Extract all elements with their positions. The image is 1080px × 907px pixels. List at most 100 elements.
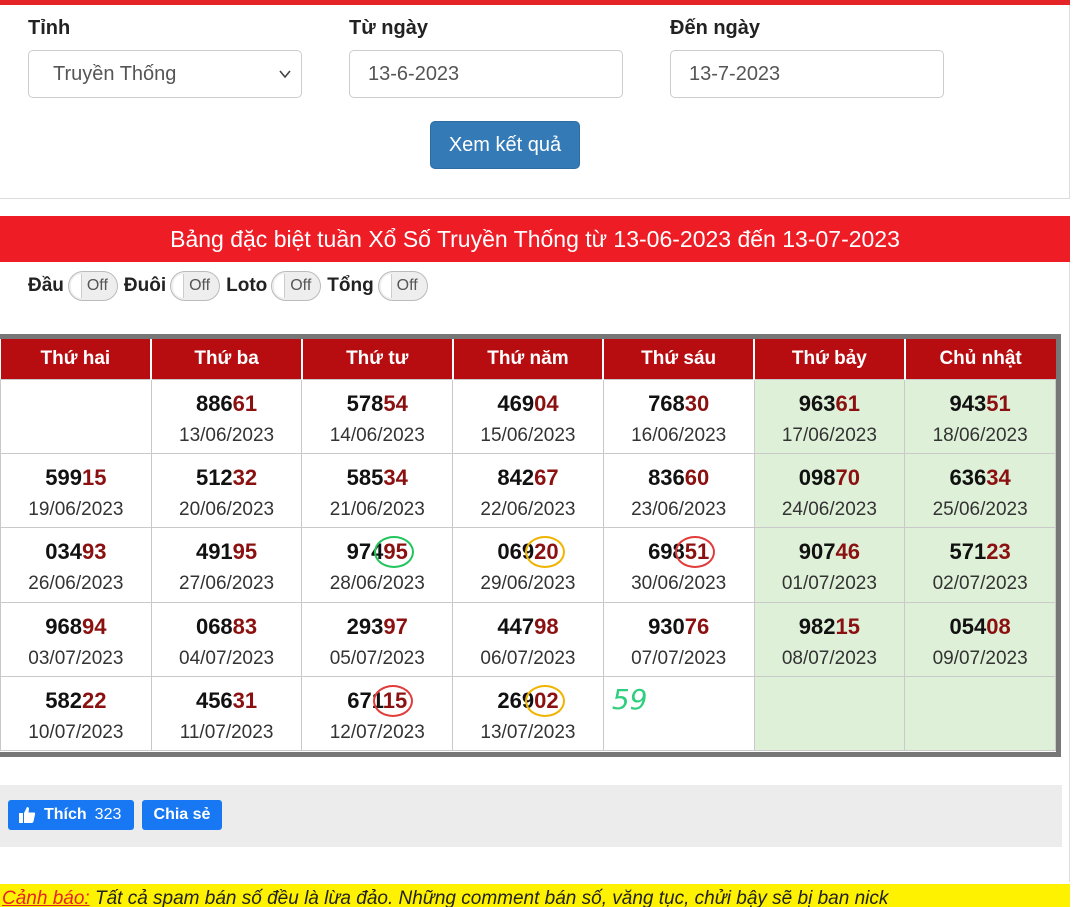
result-number: 94351 xyxy=(950,390,1011,418)
result-number: 06883 xyxy=(196,613,257,641)
result-date: 01/07/2023 xyxy=(781,573,877,595)
result-cell: 90746 01/07/2023 xyxy=(753,527,906,603)
result-number: 96361 xyxy=(799,390,860,418)
result-number: 46904 xyxy=(497,390,558,418)
result-number: 49195 xyxy=(196,538,257,566)
result-date: 19/06/2023 xyxy=(28,498,124,520)
result-cell: 57854 14/06/2023 xyxy=(301,378,454,454)
number-tail: 15 xyxy=(81,464,107,490)
province-select[interactable]: Truyền Thống xyxy=(28,50,302,98)
result-number: 57123 xyxy=(950,538,1011,566)
result-date: 07/07/2023 xyxy=(631,647,727,669)
from-date-input[interactable]: 13-6-2023 xyxy=(349,50,623,98)
result-cell: 09870 24/06/2023 xyxy=(753,452,906,529)
result-cell: 49195 27/06/2023 xyxy=(150,527,303,603)
number-tail: 20 xyxy=(534,539,559,565)
number-tail: 94 xyxy=(81,613,107,639)
view-results-button[interactable]: Xem kết quả xyxy=(430,121,580,169)
result-number: 58222 xyxy=(45,687,106,715)
number-head: 578 xyxy=(346,390,384,416)
result-number: 44798 xyxy=(497,613,558,641)
result-number: 59915 xyxy=(45,464,106,492)
result-number: 76830 xyxy=(648,390,709,418)
like-label: Thích xyxy=(44,806,87,823)
result-date: 02/07/2023 xyxy=(932,573,1028,595)
number-head: 698 xyxy=(648,539,685,565)
result-date: 26/06/2023 xyxy=(28,573,124,595)
toggle-switch[interactable]: Off xyxy=(377,271,428,301)
result-date: 29/06/2023 xyxy=(480,573,576,595)
toggle-switch[interactable]: Off xyxy=(170,271,221,301)
result-number: 93076 xyxy=(648,613,709,641)
number-tail: 30 xyxy=(684,390,710,416)
result-number: 09870 xyxy=(799,464,860,492)
number-head: 582 xyxy=(45,688,82,714)
number-tail: 51 xyxy=(684,539,710,565)
result-date: 12/07/2023 xyxy=(329,722,425,744)
result-date: 11/07/2023 xyxy=(179,722,274,744)
handwritten-note: 59 xyxy=(611,683,648,717)
facebook-like-button[interactable]: Thích 323 xyxy=(8,800,134,830)
toggle-switch[interactable]: Off xyxy=(67,271,118,301)
number-tail: 54 xyxy=(383,390,408,416)
number-head: 069 xyxy=(497,539,535,565)
number-head: 054 xyxy=(949,613,987,639)
warning-lead[interactable]: Cảnh báo: xyxy=(2,888,90,907)
result-cell: 58222 10/07/2023 xyxy=(0,676,152,752)
result-cell: 46904 15/06/2023 xyxy=(452,378,604,454)
result-cell: 06920 29/06/2023 xyxy=(452,527,604,603)
column-header: Thứ năm xyxy=(452,339,605,379)
result-cell: 29397 05/07/2023 xyxy=(301,601,454,678)
result-date: 30/06/2023 xyxy=(631,573,727,595)
warning-text: Tất cả spam bán số đều là lừa đảo. Những… xyxy=(89,888,889,907)
result-number: 90746 xyxy=(799,538,860,566)
result-cell: 98215 08/07/2023 xyxy=(753,601,906,678)
number-tail: 83 xyxy=(232,613,258,639)
number-tail: 95 xyxy=(232,539,258,565)
result-cell: 84267 22/06/2023 xyxy=(452,452,604,529)
number-tail: 04 xyxy=(534,390,559,416)
number-head: 636 xyxy=(949,464,987,490)
result-cell: 97495 28/06/2023 xyxy=(301,527,454,603)
to-date-input[interactable]: 13-7-2023 xyxy=(670,50,944,98)
number-tail: 67 xyxy=(534,464,559,490)
result-date: 24/06/2023 xyxy=(781,498,877,520)
table-row: 96894 03/07/2023 06883 04/07/2023 29397 05/07… xyxy=(0,601,1056,678)
facebook-share-button[interactable]: Chia sẻ xyxy=(142,800,222,830)
results-grid: Thứ hai Thứ ba Thứ tư Thứ năm Thứ sáu Thứ bảy… xyxy=(0,334,1061,757)
number-tail: 32 xyxy=(232,464,258,490)
number-tail: 15 xyxy=(835,613,860,639)
number-head: 571 xyxy=(949,539,987,565)
result-number: 05408 xyxy=(950,613,1011,641)
result-number: 29397 xyxy=(347,613,408,641)
number-tail: 31 xyxy=(232,688,258,714)
result-cell: 59 xyxy=(602,676,755,752)
result-date: 17/06/2023 xyxy=(781,424,877,446)
toggle-label: Đuôi xyxy=(123,275,167,296)
number-tail: 15 xyxy=(382,688,408,714)
number-tail: 61 xyxy=(835,390,860,416)
result-cell: 57123 02/07/2023 xyxy=(904,527,1056,603)
result-cell xyxy=(904,676,1056,752)
number-head: 269 xyxy=(497,688,535,714)
number-head: 293 xyxy=(346,613,384,639)
table-title: Bảng đặc biệt tuần Xổ Số Truyền Thống từ… xyxy=(0,216,1070,262)
result-cell: 45631 11/07/2023 xyxy=(150,676,303,752)
number-head: 886 xyxy=(195,390,233,416)
result-cell: 94351 18/06/2023 xyxy=(904,378,1056,454)
number-head: 447 xyxy=(497,613,535,639)
number-head: 974 xyxy=(346,539,384,565)
column-header: Thứ bảy xyxy=(754,339,906,379)
number-head: 034 xyxy=(45,539,82,565)
number-head: 585 xyxy=(346,464,384,490)
result-date: 20/06/2023 xyxy=(179,498,275,520)
result-number: 51232 xyxy=(196,464,257,492)
toggle-switch[interactable]: Off xyxy=(271,271,322,301)
number-tail: 22 xyxy=(81,688,107,714)
number-tail: 93 xyxy=(81,539,107,565)
social-bar: Thích 323 Chia sẻ xyxy=(0,785,1062,847)
result-date: 23/06/2023 xyxy=(631,498,727,520)
result-date: 28/06/2023 xyxy=(329,573,425,595)
result-cell: 03493 26/06/2023 xyxy=(0,527,152,603)
province-select-value: Truyền Thống xyxy=(53,62,177,85)
